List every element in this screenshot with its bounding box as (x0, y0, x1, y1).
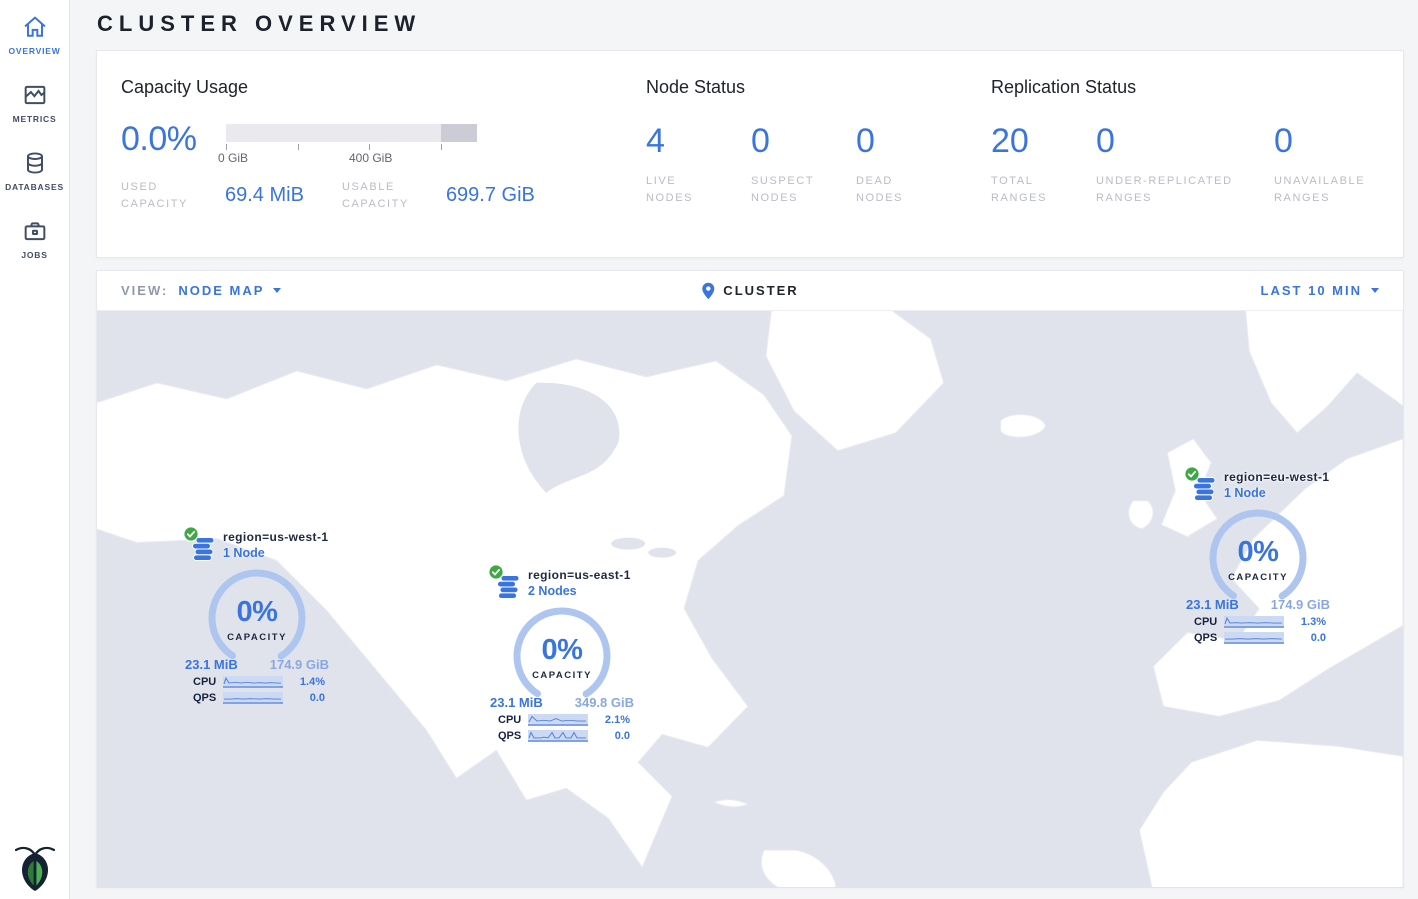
cluster-summary-card: Capacity Usage 0.0% 0 GiB 400 GiB USED C… (96, 50, 1404, 258)
cpu-sparkline (528, 714, 588, 726)
capacity-gauge: 0% CAPACITY (1203, 507, 1313, 611)
gauge-percent: 0% (1203, 536, 1313, 569)
sidebar-label-jobs: JOBS (2, 250, 67, 260)
capacity-gauge: 0% CAPACITY (202, 567, 312, 671)
view-label: VIEW: (121, 283, 168, 298)
capacity-usage-section: Capacity Usage 0.0% 0 GiB 400 GiB USED C… (121, 77, 646, 233)
time-range-selector[interactable]: LAST 10 MIN (1261, 283, 1379, 298)
cpu-row: CPU 2.1% (498, 714, 630, 726)
map-breadcrumb: CLUSTER (701, 282, 798, 300)
qps-row: QPS 0.0 (193, 692, 325, 704)
cpu-row: CPU 1.3% (1194, 616, 1326, 628)
gauge-capacity-label: CAPACITY (1203, 572, 1313, 583)
main-content: CLUSTER OVERVIEW Capacity Usage 0.0% 0 G… (70, 0, 1418, 888)
region-marker-us-east-1[interactable]: region=us-east-1 2 Nodes 0% CAPACITY 23.… (488, 566, 636, 742)
node-status-title: Node Status (646, 77, 991, 98)
qps-sparkline (223, 692, 283, 704)
capacity-bar: 0 GiB 400 GiB (226, 122, 477, 166)
live-nodes-stat: 4 LIVE NODES (646, 124, 751, 207)
location-pin-icon (701, 282, 715, 300)
chevron-down-icon (273, 288, 281, 293)
jobs-icon (21, 217, 49, 245)
page-title: CLUSTER OVERVIEW (96, 0, 1404, 50)
sidebar-label-overview: OVERVIEW (2, 46, 67, 56)
node-count[interactable]: 1 Node (1224, 486, 1332, 500)
node-status-section: Node Status 4 LIVE NODES 0 SUSPECT NODES… (646, 77, 991, 233)
usable-capacity-value: 699.7 GiB (446, 184, 535, 213)
nodes-stack-icon (1193, 477, 1216, 501)
gauge-percent: 0% (507, 634, 617, 667)
map-toolbar: VIEW: NODE MAP CLUSTER LAST 10 MIN (97, 271, 1403, 311)
capacity-gauge: 0% CAPACITY (507, 605, 617, 709)
cockroachdb-logo (15, 845, 55, 893)
sidebar-item-jobs[interactable]: JOBS (0, 204, 69, 272)
view-selector[interactable]: NODE MAP (178, 283, 281, 298)
capacity-percent: 0.0% (121, 122, 226, 156)
nodes-stack-icon (497, 575, 520, 599)
cpu-sparkline (1224, 616, 1284, 628)
replication-status-section: Replication Status 20 TOTAL RANGES 0 UND… (991, 77, 1379, 233)
dead-nodes-stat: 0 DEAD NODES (856, 124, 961, 207)
region-name: region=us-west-1 (223, 530, 331, 544)
node-count[interactable]: 2 Nodes (528, 584, 636, 598)
capacity-tick-400: 400 GiB (349, 151, 392, 165)
node-count[interactable]: 1 Node (223, 546, 331, 560)
qps-row: QPS 0.0 (1194, 632, 1326, 644)
replication-status-title: Replication Status (991, 77, 1379, 98)
suspect-nodes-stat: 0 SUSPECT NODES (751, 124, 856, 207)
qps-sparkline (1224, 632, 1284, 644)
world-map[interactable]: region=us-west-1 1 Node 0% CAPACITY 23.1… (97, 311, 1403, 888)
sidebar-item-databases[interactable]: DATABASES (0, 136, 69, 204)
chevron-down-icon (1371, 288, 1379, 293)
region-marker-us-west-1[interactable]: region=us-west-1 1 Node 0% CAPACITY 23.1… (183, 528, 331, 704)
qps-sparkline (528, 730, 588, 742)
used-capacity-label: USED CAPACITY (121, 179, 203, 213)
capacity-tick-0: 0 GiB (218, 151, 248, 165)
home-icon (21, 13, 49, 41)
sidebar: OVERVIEW METRICS DATABASES JOBS (0, 0, 70, 899)
sidebar-label-metrics: METRICS (2, 114, 67, 124)
capacity-usage-title: Capacity Usage (121, 77, 646, 98)
region-marker-eu-west-1[interactable]: region=eu-west-1 1 Node 0% CAPACITY 23.1… (1184, 468, 1332, 644)
sidebar-item-overview[interactable]: OVERVIEW (0, 0, 69, 68)
unavailable-ranges-stat: 0 UNAVAILABLE RANGES (1274, 124, 1379, 207)
databases-icon (21, 149, 49, 177)
qps-row: QPS 0.0 (498, 730, 630, 742)
gauge-percent: 0% (202, 596, 312, 629)
breadcrumb-cluster: CLUSTER (723, 283, 798, 298)
cpu-row: CPU 1.4% (193, 676, 325, 688)
usable-capacity-label: USABLE CAPACITY (342, 179, 424, 213)
capacity-bar-reserved-segment (441, 124, 477, 142)
gauge-capacity-label: CAPACITY (202, 632, 312, 643)
cpu-sparkline (223, 676, 283, 688)
node-map-panel: VIEW: NODE MAP CLUSTER LAST 10 MIN (96, 270, 1404, 888)
total-ranges-stat: 20 TOTAL RANGES (991, 124, 1096, 207)
under-replicated-ranges-stat: 0 UNDER-REPLICATED RANGES (1096, 124, 1274, 207)
gauge-capacity-label: CAPACITY (507, 670, 617, 681)
region-name: region=eu-west-1 (1224, 470, 1332, 484)
used-capacity-value: 69.4 MiB (225, 184, 304, 207)
metrics-icon (21, 81, 49, 109)
nodes-stack-icon (192, 537, 215, 561)
region-name: region=us-east-1 (528, 568, 636, 582)
sidebar-item-metrics[interactable]: METRICS (0, 68, 69, 136)
sidebar-label-databases: DATABASES (2, 182, 67, 192)
